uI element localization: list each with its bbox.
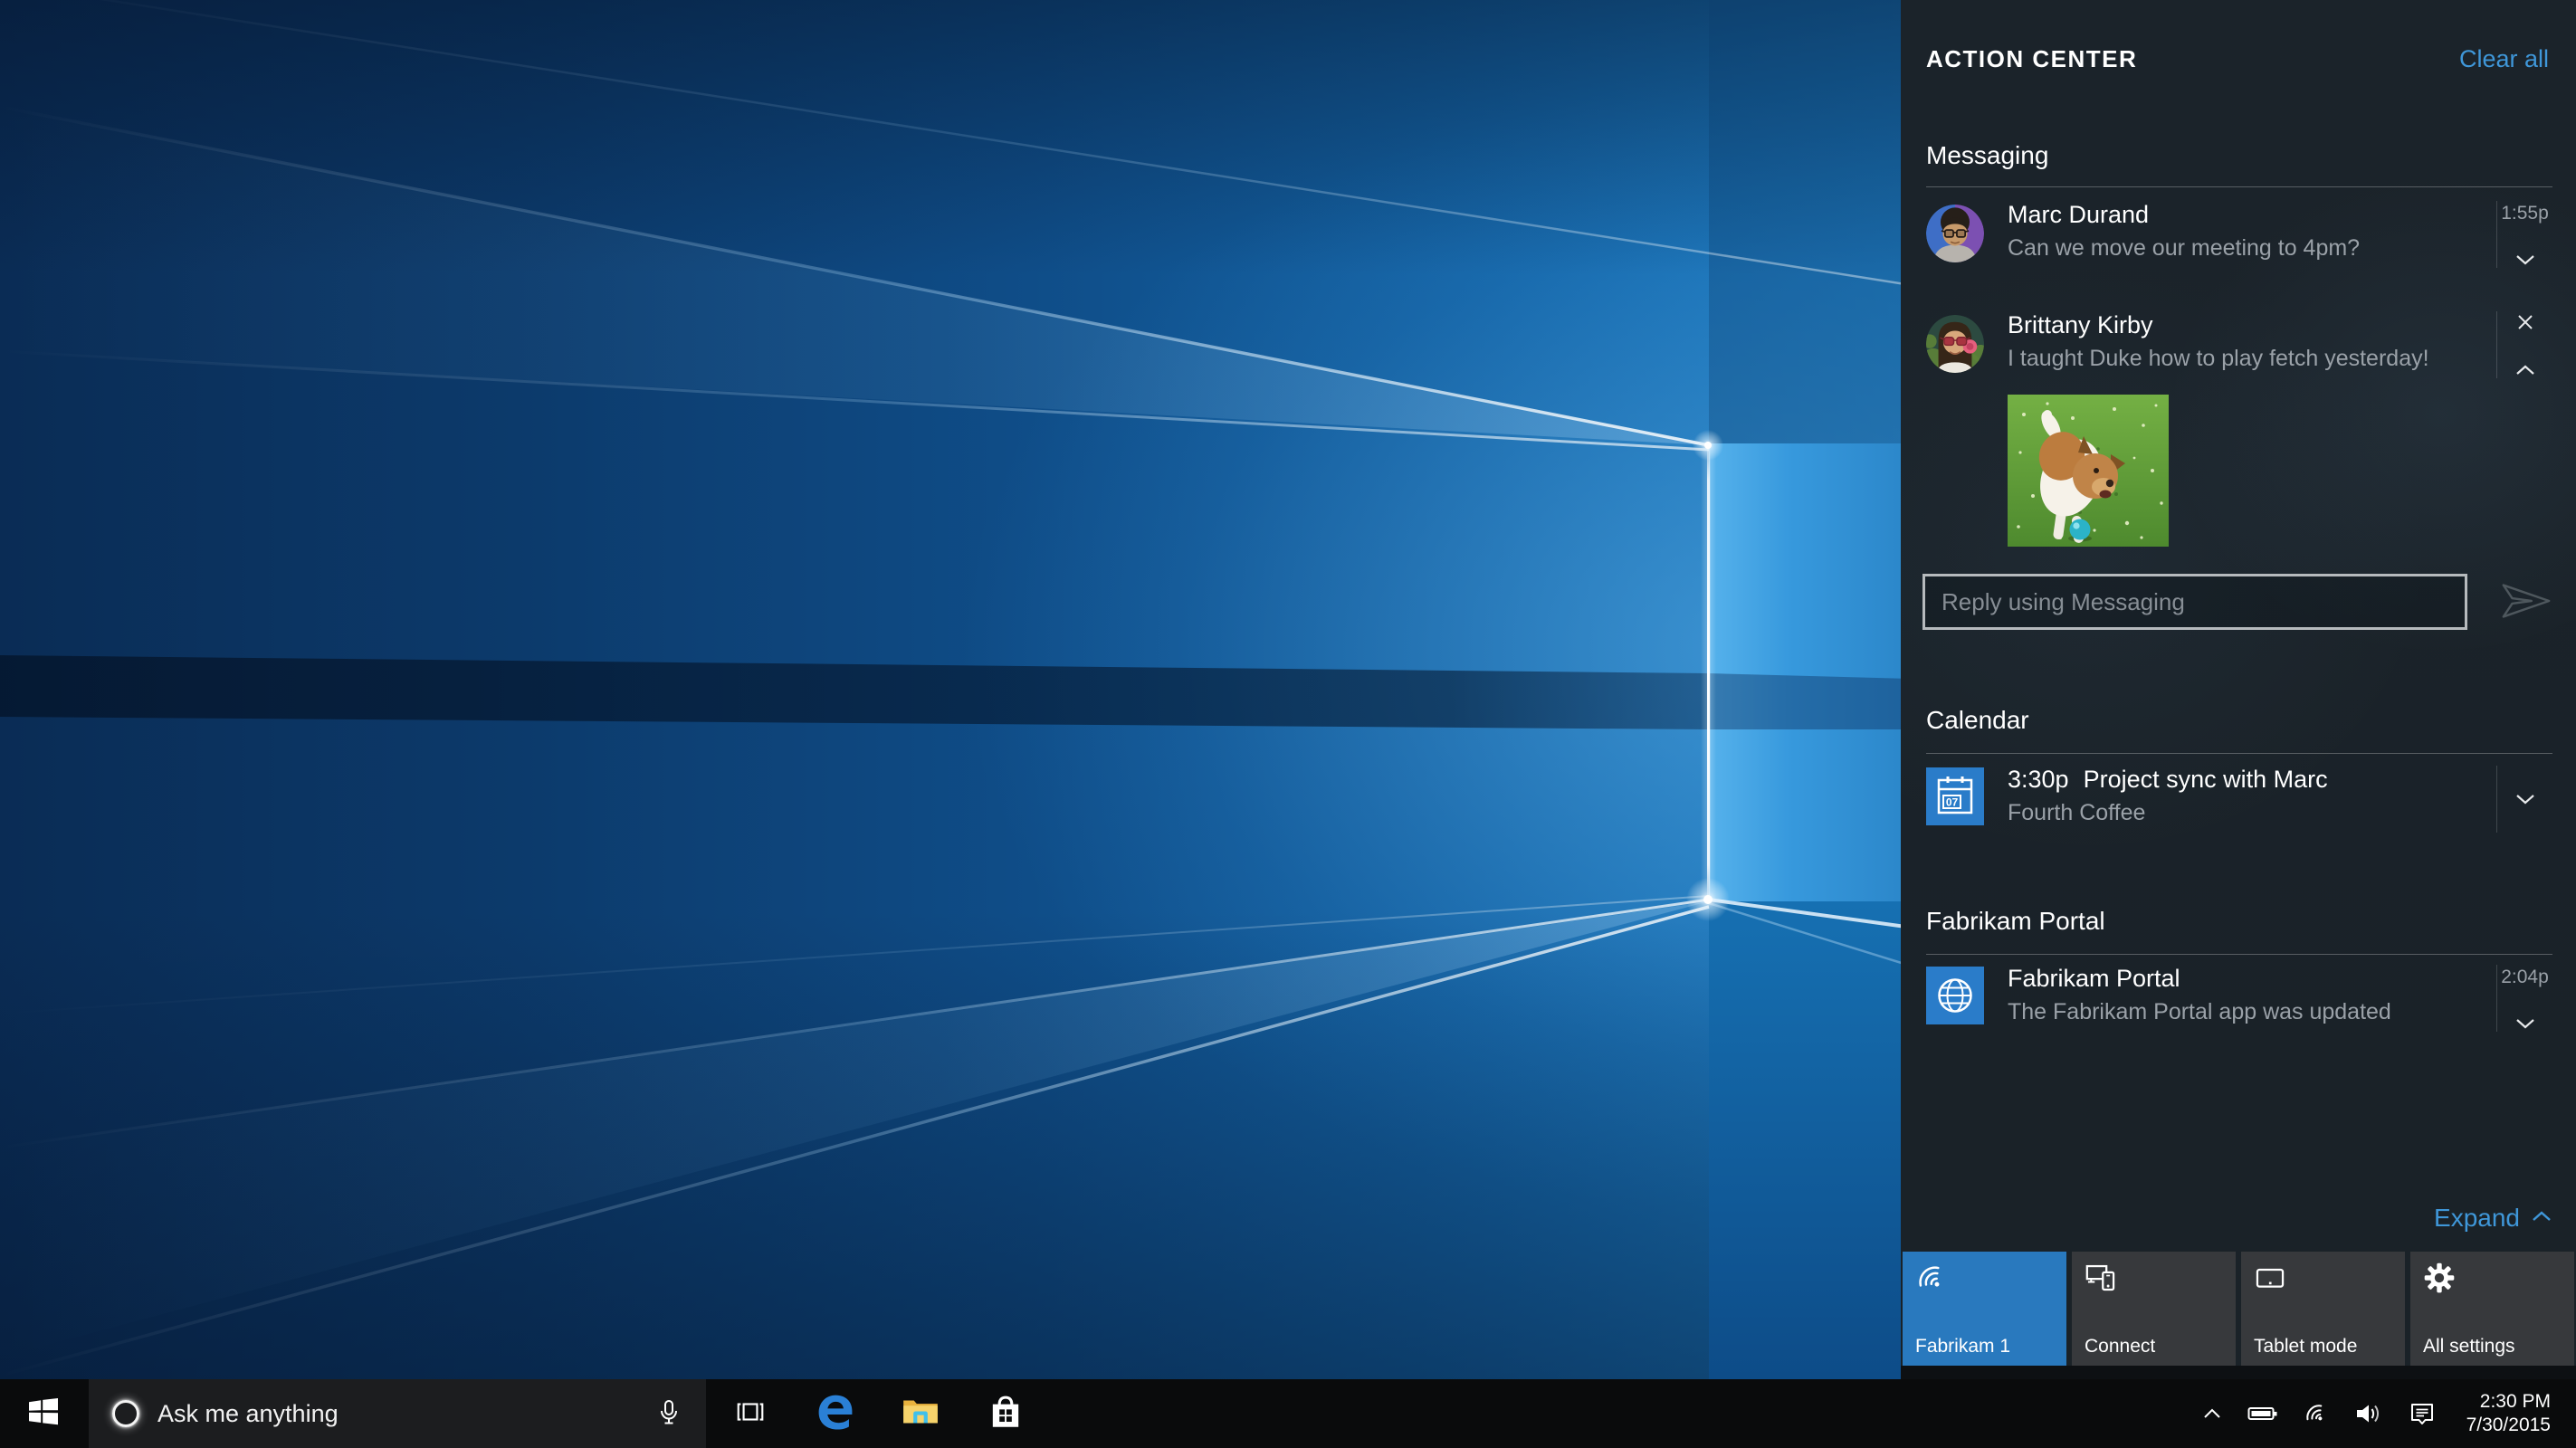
task-view-button[interactable] <box>708 1379 793 1448</box>
taskbar-apps <box>708 1379 1048 1448</box>
start-button[interactable] <box>0 1379 87 1448</box>
screen: ACTION CENTER Clear all Messaging <box>0 0 2576 1448</box>
file-explorer-icon <box>900 1391 941 1437</box>
quick-action-wifi-fabrikam1[interactable]: Fabrikam 1 <box>1903 1252 2066 1366</box>
quick-action-connect[interactable]: Connect <box>2072 1252 2236 1366</box>
notification-controls: 1:55p <box>2496 201 2552 268</box>
send-icon[interactable] <box>2498 579 2554 623</box>
action-center-tray-icon[interactable] <box>2409 1401 2436 1426</box>
edge-icon <box>815 1391 856 1437</box>
event-location: Fourth Coffee <box>2008 799 2496 827</box>
avatar <box>1926 315 1984 373</box>
notification-marc-durand[interactable]: Marc Durand Can we move our meeting to 4… <box>1926 199 2552 268</box>
expand-label: Expand <box>2434 1204 2520 1233</box>
chevron-down-icon[interactable] <box>2514 1017 2536 1030</box>
close-icon[interactable] <box>2516 313 2534 331</box>
taskbar-search[interactable] <box>89 1379 706 1448</box>
messaging-section-header: Messaging <box>1926 141 2048 170</box>
taskbar: 2:30 PM 7/30/2015 <box>0 1379 2576 1448</box>
timestamp: 1:55p <box>2501 203 2549 224</box>
tablet-icon <box>2254 1262 2286 1299</box>
cortana-icon[interactable] <box>112 1400 139 1427</box>
globe-icon <box>1926 967 1984 1024</box>
timestamp: 2:04p <box>2501 967 2549 988</box>
chevron-up-icon <box>2531 1210 2552 1227</box>
quick-action-label: All settings <box>2423 1336 2515 1358</box>
quick-action-label: Tablet mode <box>2254 1336 2357 1358</box>
fabrikam-section-header: Fabrikam Portal <box>1926 907 2105 936</box>
edge-browser-button[interactable] <box>793 1379 878 1448</box>
divider <box>1926 753 2552 754</box>
panel-bottom-strip <box>1901 1366 2576 1379</box>
volume-icon[interactable] <box>2354 1402 2383 1425</box>
event-time: 3:30p <box>2008 766 2069 793</box>
notification-calendar-event[interactable]: 07 3:30p Project sync with Marc Fourth Co… <box>1926 764 2552 833</box>
notification-controls <box>2496 311 2552 378</box>
notification-fabrikam-portal[interactable]: Fabrikam Portal The Fabrikam Portal app … <box>1926 963 2552 1032</box>
battery-icon[interactable] <box>2247 1405 2278 1423</box>
taskbar-clock[interactable]: 2:30 PM 7/30/2015 <box>2466 1390 2551 1437</box>
store-button[interactable] <box>963 1379 1048 1448</box>
notification-controls <box>2496 766 2552 833</box>
notification-body: Brittany Kirby I taught Duke how to play… <box>2008 310 2496 373</box>
clock-time: 2:30 PM <box>2466 1390 2551 1414</box>
connect-icon <box>2085 1262 2117 1299</box>
avatar <box>1926 205 1984 262</box>
sender-name: Marc Durand <box>2008 199 2496 231</box>
calendar-day-number: 07 <box>1946 796 1959 809</box>
tray-chevron-up-icon[interactable] <box>2202 1407 2222 1420</box>
quick-action-tablet-mode[interactable]: Tablet mode <box>2241 1252 2405 1366</box>
chevron-up-icon[interactable] <box>2514 364 2536 376</box>
action-center-panel: ACTION CENTER Clear all Messaging <box>1901 0 2576 1379</box>
microphone-icon[interactable] <box>657 1398 681 1429</box>
notification-body: Fabrikam Portal The Fabrikam Portal app … <box>2008 963 2496 1026</box>
divider <box>1926 954 2552 955</box>
notification-body: 3:30p Project sync with Marc Fourth Coffe… <box>2008 764 2496 827</box>
notification-title: Fabrikam Portal <box>2008 963 2496 995</box>
quick-action-label: Fabrikam 1 <box>1915 1336 2010 1358</box>
sender-name: Brittany Kirby <box>2008 310 2496 341</box>
expand-button[interactable]: Expand <box>2434 1204 2552 1233</box>
notification-brittany-kirby[interactable]: Brittany Kirby I taught Duke how to play… <box>1926 310 2552 378</box>
tray-wifi-icon[interactable] <box>2304 1401 2329 1426</box>
message-photo-attachment[interactable] <box>2008 395 2169 547</box>
start-icon <box>28 1397 59 1431</box>
quick-action-label: Connect <box>2085 1336 2155 1358</box>
wifi-icon <box>1915 1262 1948 1299</box>
action-center-title: ACTION CENTER <box>1926 45 2137 73</box>
task-view-icon <box>735 1396 766 1432</box>
store-icon <box>987 1393 1025 1435</box>
event-title: Project sync with Marc <box>2084 766 2328 793</box>
chevron-down-icon[interactable] <box>2514 253 2536 266</box>
divider <box>1926 186 2552 187</box>
notification-body: Marc Durand Can we move our meeting to 4… <box>2008 199 2496 262</box>
system-tray: 2:30 PM 7/30/2015 <box>2202 1379 2576 1448</box>
notification-controls: 2:04p <box>2496 965 2552 1032</box>
search-input[interactable] <box>157 1400 644 1428</box>
message-preview: I taught Duke how to play fetch yesterda… <box>2008 345 2496 373</box>
notification-message: The Fabrikam Portal app was updated <box>2008 998 2496 1026</box>
reply-input[interactable] <box>1922 574 2467 630</box>
clear-all-button[interactable]: Clear all <box>2459 45 2549 73</box>
settings-gear-icon <box>2423 1262 2456 1299</box>
clock-date: 7/30/2015 <box>2466 1414 2551 1437</box>
quick-actions: Fabrikam 1 Connect <box>1903 1252 2576 1366</box>
calendar-icon: 07 <box>1926 767 1984 825</box>
quick-action-all-settings[interactable]: All settings <box>2410 1252 2574 1366</box>
calendar-section-header: Calendar <box>1926 706 2029 735</box>
file-explorer-button[interactable] <box>878 1379 963 1448</box>
message-preview: Can we move our meeting to 4pm? <box>2008 234 2496 262</box>
chevron-down-icon[interactable] <box>2514 793 2536 805</box>
